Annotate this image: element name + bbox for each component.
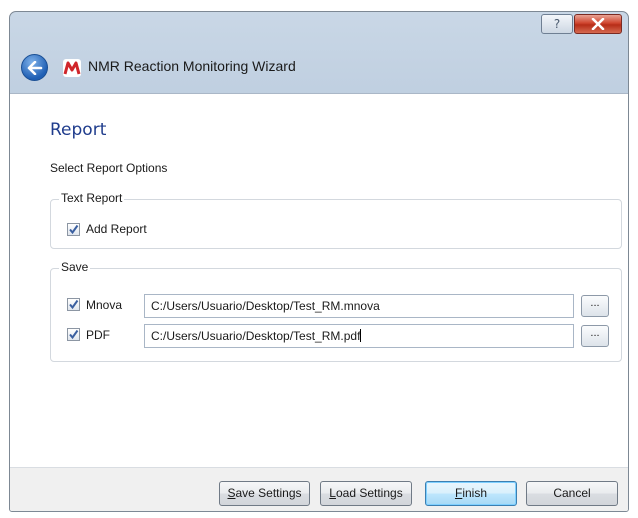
checkmark-icon xyxy=(69,299,79,310)
mnova-path-value: C:/Users/Usuario/Desktop/Test_RM.mnova xyxy=(151,299,380,313)
add-report-label[interactable]: Add Report xyxy=(86,222,147,236)
page-title: Report xyxy=(50,120,107,140)
help-button[interactable]: ? xyxy=(541,14,573,34)
text-caret xyxy=(360,329,362,342)
finish-button[interactable]: Finish xyxy=(425,481,517,506)
save-settings-label: ave Settings xyxy=(235,486,302,500)
save-group: Save Mnova C:/Users/Usuario/Desktop/Test… xyxy=(50,260,622,362)
load-settings-button[interactable]: Load Settings xyxy=(320,481,412,506)
wizard-window: ? NMR Reaction Monitoring Wizard Report … xyxy=(9,11,629,512)
mnova-logo-icon xyxy=(63,59,81,77)
page-subtitle: Select Report Options xyxy=(50,161,168,175)
wizard-nav-row: NMR Reaction Monitoring Wizard xyxy=(10,50,628,86)
pdf-path-value: C:/Users/Usuario/Desktop/Test_RM.pdf xyxy=(151,329,361,343)
close-icon xyxy=(591,18,605,30)
wizard-content: Report Select Report Options Text Report… xyxy=(10,93,628,467)
mnova-path-input[interactable]: C:/Users/Usuario/Desktop/Test_RM.mnova xyxy=(144,294,574,318)
group-label-text-report: Text Report xyxy=(59,191,125,205)
wizard-footer: Save Settings Load Settings Finish Cance… xyxy=(10,467,628,511)
cancel-button[interactable]: Cancel xyxy=(526,481,618,506)
back-button[interactable] xyxy=(21,54,48,81)
wizard-title: NMR Reaction Monitoring Wizard xyxy=(88,58,296,74)
pdf-browse-button[interactable]: ... xyxy=(581,325,609,347)
close-button[interactable] xyxy=(574,14,622,34)
group-label-save: Save xyxy=(59,260,91,274)
checkmark-icon xyxy=(69,329,79,340)
finish-label: inish xyxy=(462,486,488,500)
pdf-path-input[interactable]: C:/Users/Usuario/Desktop/Test_RM.pdf xyxy=(144,324,574,348)
pdf-label[interactable]: PDF xyxy=(86,328,110,342)
title-bar[interactable]: ? xyxy=(10,12,628,45)
save-settings-button[interactable]: Save Settings xyxy=(219,481,310,506)
add-report-checkbox[interactable] xyxy=(67,223,80,236)
mnova-label[interactable]: Mnova xyxy=(86,298,122,312)
back-arrow-icon xyxy=(27,60,42,75)
help-icon: ? xyxy=(553,17,561,31)
load-settings-label: oad Settings xyxy=(335,486,403,500)
pdf-checkbox[interactable] xyxy=(67,328,80,341)
text-report-group: Text Report Add Report xyxy=(50,191,622,249)
checkmark-icon xyxy=(69,224,79,235)
mnova-checkbox[interactable] xyxy=(67,298,80,311)
mnova-browse-button[interactable]: ... xyxy=(581,295,609,317)
load-settings-mnemonic: L xyxy=(329,486,336,500)
